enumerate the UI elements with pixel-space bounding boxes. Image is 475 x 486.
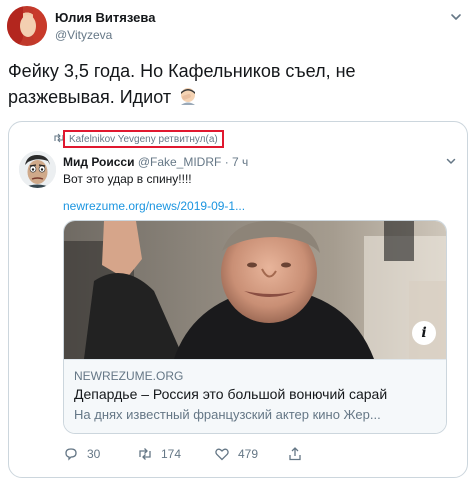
quoted-avatar[interactable] <box>19 151 56 188</box>
reply-button[interactable]: 30 <box>63 445 100 463</box>
card-image <box>64 221 446 359</box>
card-title: Депардье – Россия это большой вонючий са… <box>74 386 388 402</box>
quoted-tweet[interactable]: Kafelnikov Yevgeny ретвитнул(а) Мид Роис… <box>8 121 468 478</box>
author-avatar[interactable] <box>7 6 47 46</box>
card-domain: NEWREZUME.ORG <box>74 369 184 383</box>
retweet-count: 174 <box>161 447 182 461</box>
quoted-author-handle[interactable]: @Fake_MIDRF <box>138 155 222 169</box>
like-count: 479 <box>238 447 259 461</box>
quoted-timestamp[interactable]: · 7 ч <box>225 155 249 169</box>
reply-icon <box>65 448 77 461</box>
action-bar: 30 174 479 <box>9 445 469 465</box>
quoted-text: Вот это удар в спину!!!! <box>63 172 192 186</box>
facepalm-emoji-icon <box>181 88 196 105</box>
like-button[interactable]: 479 <box>214 445 258 463</box>
share-icon <box>289 447 301 461</box>
quoted-link[interactable]: newrezume.org/news/2019-09-1... <box>63 199 245 213</box>
tweet-text: Фейку 3,5 года. Но Кафельников съел, не … <box>8 58 463 110</box>
share-button[interactable] <box>287 445 311 463</box>
reply-count: 30 <box>87 447 101 461</box>
caricature-avatar-icon <box>19 151 56 188</box>
author-name[interactable]: Юлия Витязева <box>55 10 155 25</box>
tweet: Юлия Витязева @Vityzeva Фейку 3,5 года. … <box>0 0 475 486</box>
chevron-down-icon[interactable] <box>445 155 457 167</box>
card-description: На днях известный французский актер кино… <box>74 407 381 422</box>
retweet-note-highlight: Kafelnikov Yevgeny ретвитнул(а) <box>63 130 224 148</box>
info-icon[interactable]: i <box>412 321 436 345</box>
heart-icon <box>215 448 229 461</box>
retweet-button[interactable]: 174 <box>137 445 181 463</box>
retweet-note[interactable]: Kafelnikov Yevgeny ретвитнул(а) <box>69 134 218 145</box>
chevron-down-icon[interactable] <box>449 10 463 24</box>
quoted-author-name[interactable]: Мид Роисси <box>63 155 134 169</box>
card-body: NEWREZUME.ORG Депардье – Россия это боль… <box>64 359 446 433</box>
author-handle[interactable]: @Vityzeva <box>55 28 112 42</box>
link-card[interactable]: i NEWREZUME.ORG Депардье – Россия это бо… <box>63 220 447 434</box>
retweet-icon <box>139 448 151 460</box>
quoted-header: Мид Роисси @Fake_MIDRF · 7 ч <box>63 155 248 169</box>
